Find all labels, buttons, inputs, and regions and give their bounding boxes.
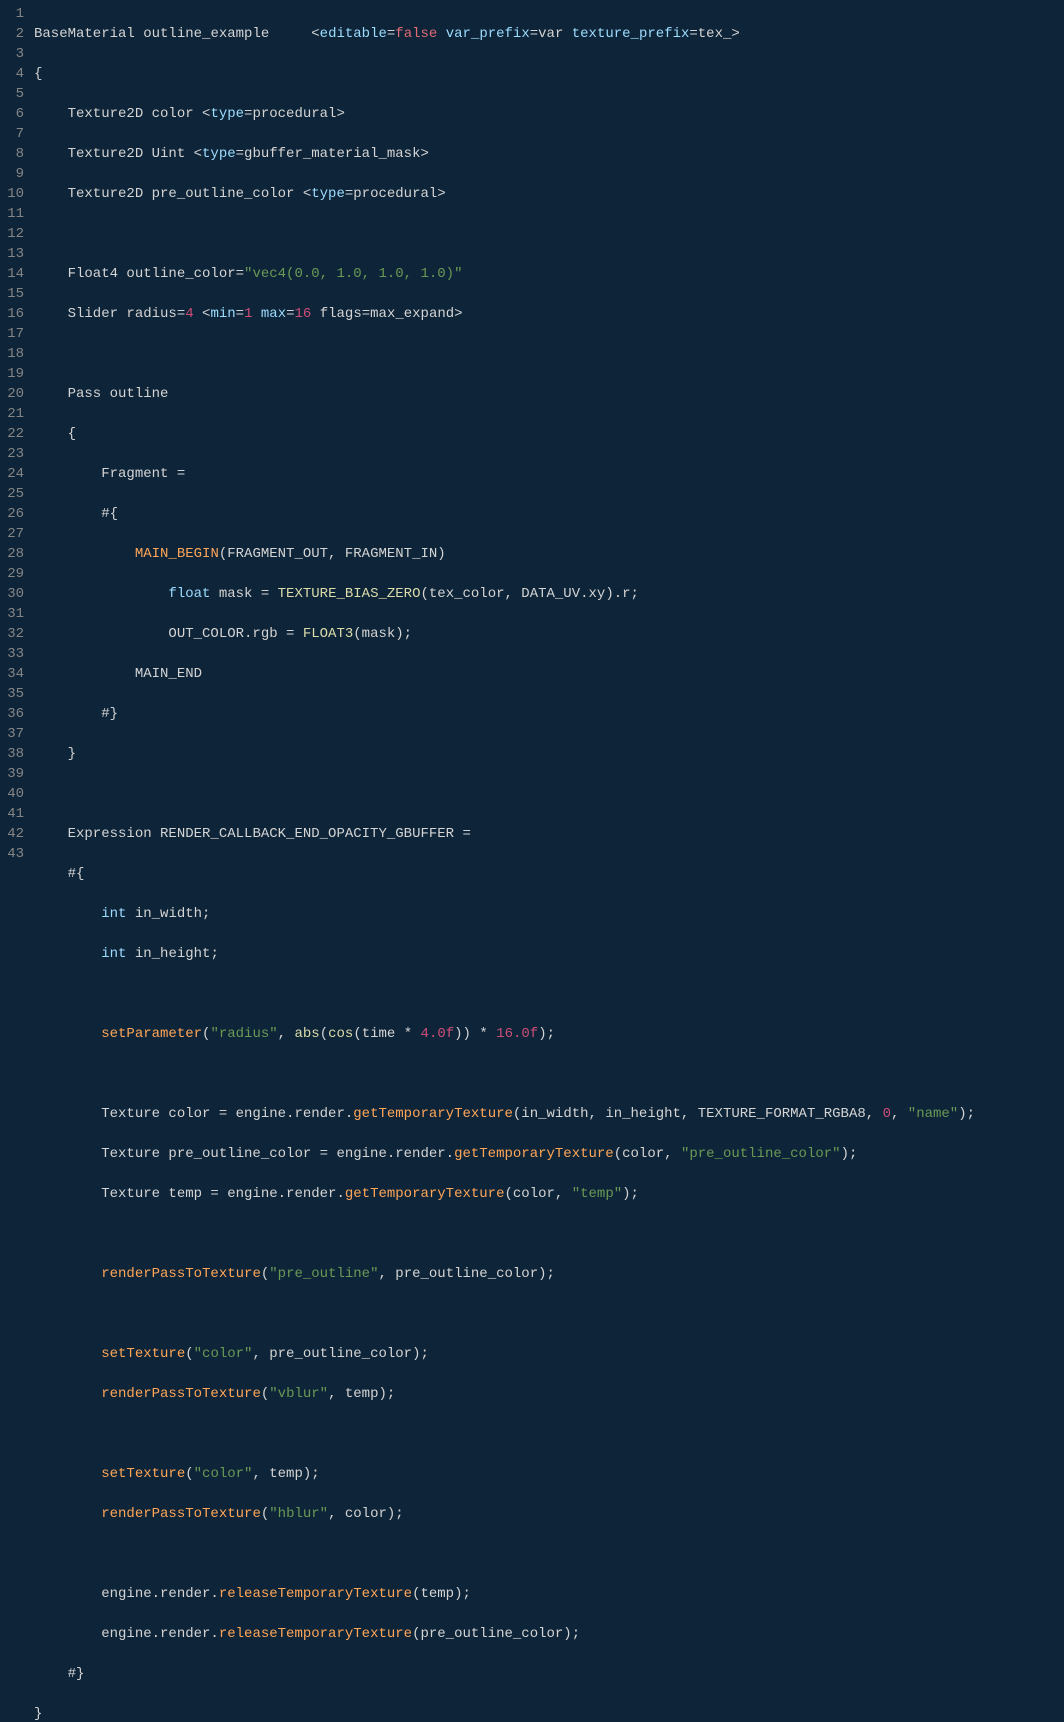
- code-line[interactable]: [34, 224, 1064, 244]
- line-number: 37: [0, 724, 24, 744]
- line-number: 11: [0, 204, 24, 224]
- code-line[interactable]: engine.render.releaseTemporaryTexture(pr…: [34, 1624, 1064, 1644]
- code-line[interactable]: float mask = TEXTURE_BIAS_ZERO(tex_color…: [34, 584, 1064, 604]
- line-number: 7: [0, 124, 24, 144]
- line-number: 21: [0, 404, 24, 424]
- code-line[interactable]: Slider radius=4 <min=1 max=16 flags=max_…: [34, 304, 1064, 324]
- code-line[interactable]: [34, 1544, 1064, 1564]
- code-line[interactable]: }: [34, 744, 1064, 764]
- code-line[interactable]: [34, 1304, 1064, 1324]
- code-line[interactable]: Expression RENDER_CALLBACK_END_OPACITY_G…: [34, 824, 1064, 844]
- code-line[interactable]: }: [34, 1704, 1064, 1722]
- line-number: 33: [0, 644, 24, 664]
- code-line[interactable]: BaseMaterial outline_example <editable=f…: [34, 24, 1064, 44]
- line-number: 40: [0, 784, 24, 804]
- code-line[interactable]: Texture2D Uint <type=gbuffer_material_ma…: [34, 144, 1064, 164]
- line-number: 2: [0, 24, 24, 44]
- code-line[interactable]: Texture pre_outline_color = engine.rende…: [34, 1144, 1064, 1164]
- line-number-gutter: 1234567891011121314151617181920212223242…: [0, 0, 34, 861]
- code-line[interactable]: #}: [34, 1664, 1064, 1684]
- code-line[interactable]: [34, 344, 1064, 364]
- line-number: 38: [0, 744, 24, 764]
- line-number: 22: [0, 424, 24, 444]
- line-number: 39: [0, 764, 24, 784]
- code-line[interactable]: #{: [34, 504, 1064, 524]
- code-line[interactable]: Float4 outline_color="vec4(0.0, 1.0, 1.0…: [34, 264, 1064, 284]
- line-number: 35: [0, 684, 24, 704]
- code-line[interactable]: OUT_COLOR.rgb = FLOAT3(mask);: [34, 624, 1064, 644]
- line-number: 18: [0, 344, 24, 364]
- line-number: 43: [0, 844, 24, 864]
- line-number: 17: [0, 324, 24, 344]
- code-line[interactable]: renderPassToTexture("vblur", temp);: [34, 1384, 1064, 1404]
- code-line[interactable]: {: [34, 424, 1064, 444]
- line-number: 42: [0, 824, 24, 844]
- line-number: 8: [0, 144, 24, 164]
- code-line[interactable]: Pass outline: [34, 384, 1064, 404]
- line-number: 16: [0, 304, 24, 324]
- line-number: 36: [0, 704, 24, 724]
- line-number: 13: [0, 244, 24, 264]
- line-number: 10: [0, 184, 24, 204]
- code-line[interactable]: setParameter("radius", abs(cos(time * 4.…: [34, 1024, 1064, 1044]
- line-number: 27: [0, 524, 24, 544]
- code-area[interactable]: BaseMaterial outline_example <editable=f…: [34, 0, 1064, 861]
- line-number: 26: [0, 504, 24, 524]
- code-line[interactable]: #}: [34, 704, 1064, 724]
- code-line[interactable]: int in_width;: [34, 904, 1064, 924]
- code-line[interactable]: engine.render.releaseTemporaryTexture(te…: [34, 1584, 1064, 1604]
- line-number: 24: [0, 464, 24, 484]
- line-number: 34: [0, 664, 24, 684]
- line-number: 5: [0, 84, 24, 104]
- line-number: 28: [0, 544, 24, 564]
- code-line[interactable]: #{: [34, 864, 1064, 884]
- line-number: 15: [0, 284, 24, 304]
- code-line[interactable]: Texture2D pre_outline_color <type=proced…: [34, 184, 1064, 204]
- code-line[interactable]: int in_height;: [34, 944, 1064, 964]
- code-editor[interactable]: 1234567891011121314151617181920212223242…: [0, 0, 1064, 861]
- code-line[interactable]: [34, 1064, 1064, 1084]
- line-number: 25: [0, 484, 24, 504]
- code-line[interactable]: Texture temp = engine.render.getTemporar…: [34, 1184, 1064, 1204]
- line-number: 19: [0, 364, 24, 384]
- line-number: 23: [0, 444, 24, 464]
- code-line[interactable]: [34, 1224, 1064, 1244]
- line-number: 30: [0, 584, 24, 604]
- line-number: 9: [0, 164, 24, 184]
- line-number: 20: [0, 384, 24, 404]
- code-line[interactable]: setTexture("color", pre_outline_color);: [34, 1344, 1064, 1364]
- code-line[interactable]: renderPassToTexture("hblur", color);: [34, 1504, 1064, 1524]
- code-line[interactable]: {: [34, 64, 1064, 84]
- line-number: 12: [0, 224, 24, 244]
- line-number: 3: [0, 44, 24, 64]
- line-number: 29: [0, 564, 24, 584]
- code-line[interactable]: MAIN_END: [34, 664, 1064, 684]
- line-number: 4: [0, 64, 24, 84]
- code-line[interactable]: Texture2D color <type=procedural>: [34, 104, 1064, 124]
- line-number: 31: [0, 604, 24, 624]
- code-line[interactable]: Fragment =: [34, 464, 1064, 484]
- code-line[interactable]: Texture color = engine.render.getTempora…: [34, 1104, 1064, 1124]
- line-number: 14: [0, 264, 24, 284]
- code-line[interactable]: [34, 984, 1064, 1004]
- code-line[interactable]: renderPassToTexture("pre_outline", pre_o…: [34, 1264, 1064, 1284]
- line-number: 1: [0, 4, 24, 24]
- code-line[interactable]: [34, 784, 1064, 804]
- code-line[interactable]: [34, 1424, 1064, 1444]
- code-line[interactable]: setTexture("color", temp);: [34, 1464, 1064, 1484]
- line-number: 6: [0, 104, 24, 124]
- line-number: 32: [0, 624, 24, 644]
- code-line[interactable]: MAIN_BEGIN(FRAGMENT_OUT, FRAGMENT_IN): [34, 544, 1064, 564]
- line-number: 41: [0, 804, 24, 824]
